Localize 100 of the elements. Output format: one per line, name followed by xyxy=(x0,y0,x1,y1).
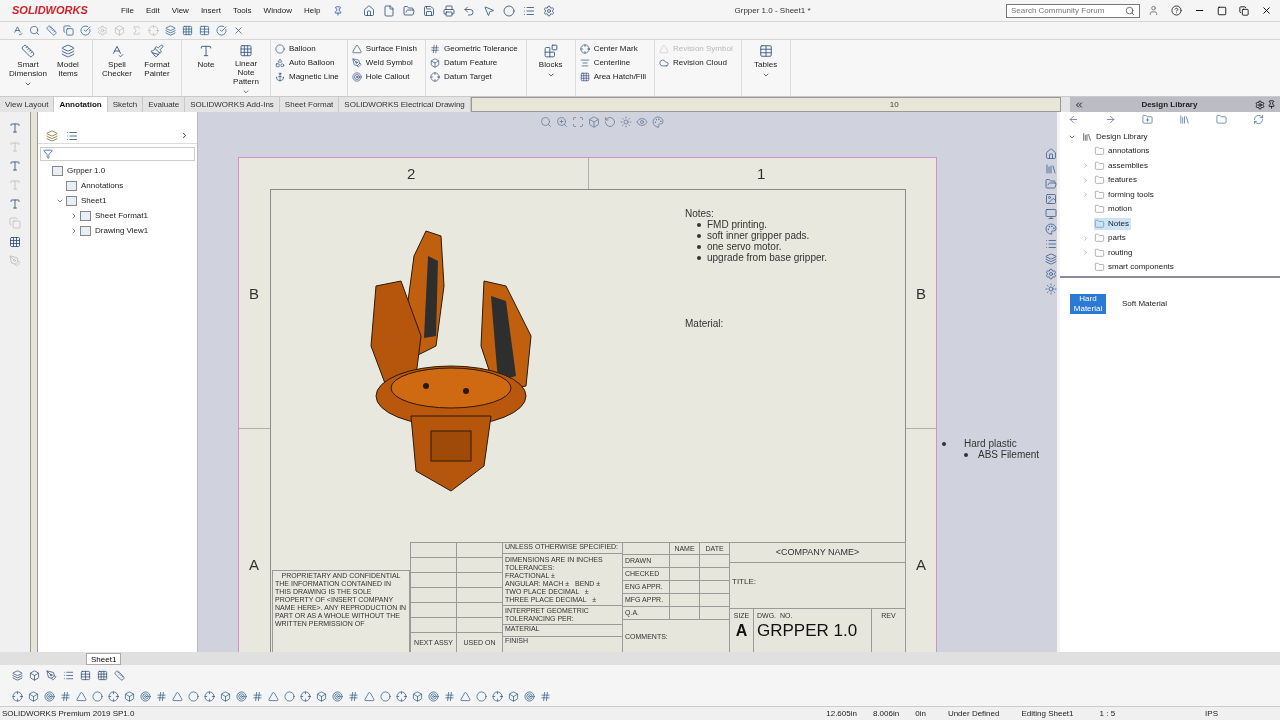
ribbon-button[interactable]: Center Mark xyxy=(579,44,651,54)
toolbar-icon[interactable] xyxy=(522,4,535,17)
ribbon-button[interactable]: Hole Callout xyxy=(351,72,421,82)
library-thumbnail[interactable]: Soft Material xyxy=(1120,294,1169,314)
annotation-tool-icon[interactable] xyxy=(9,122,21,134)
tree-item[interactable]: Annotations xyxy=(81,179,124,192)
selection-filter-icon[interactable] xyxy=(28,690,39,702)
hatch-icon[interactable] xyxy=(579,72,590,82)
selection-filter-icon[interactable] xyxy=(396,690,407,702)
view-tool-icon[interactable] xyxy=(572,116,584,128)
toolbar-icon[interactable] xyxy=(402,4,415,17)
selection-filter-icon[interactable] xyxy=(268,690,279,702)
selection-filter-icon[interactable] xyxy=(316,690,327,702)
table-icon[interactable] xyxy=(758,44,773,58)
feature-manager-icon[interactable] xyxy=(46,129,58,142)
toolbar-icon[interactable] xyxy=(182,25,193,36)
selection-filter-icon[interactable] xyxy=(380,690,391,702)
selection-filter-icon[interactable] xyxy=(476,690,487,702)
task-pane-icon[interactable] xyxy=(1045,178,1057,190)
selection-filter-icon[interactable] xyxy=(76,690,87,702)
filter-icon[interactable] xyxy=(43,149,53,159)
selection-filter-icon[interactable] xyxy=(204,690,215,702)
selection-filter-icon[interactable] xyxy=(332,690,343,702)
folder-item[interactable]: smart components xyxy=(1094,261,1176,274)
user-icon[interactable] xyxy=(1148,5,1159,16)
task-pane-icon[interactable] xyxy=(1045,148,1057,160)
cloud-icon[interactable] xyxy=(659,58,670,68)
selection-filter-icon[interactable] xyxy=(540,690,551,702)
ribbon-button[interactable]: Balloon xyxy=(275,44,343,54)
selection-filter-icon[interactable] xyxy=(460,690,471,702)
tree-item[interactable]: Grpper 1.0 xyxy=(67,164,106,177)
caret-icon[interactable] xyxy=(761,71,770,79)
view-tool-icon[interactable] xyxy=(604,116,616,128)
tree-item[interactable]: Sheet Format1 xyxy=(95,209,148,222)
selection-filter-icon[interactable] xyxy=(364,690,375,702)
menu-item[interactable]: Help xyxy=(304,4,321,17)
balloon-icon[interactable] xyxy=(275,44,285,54)
toolbar-icon[interactable] xyxy=(482,4,495,17)
toolbar-icon[interactable] xyxy=(199,25,210,36)
help-icon[interactable] xyxy=(1171,5,1182,16)
pattern-icon[interactable] xyxy=(239,44,253,58)
property-manager-icon[interactable] xyxy=(66,129,78,142)
ribbon-button[interactable]: Blocks xyxy=(530,40,571,96)
selection-filter-icon[interactable] xyxy=(92,690,103,702)
view-tool-icon[interactable] xyxy=(556,116,568,128)
library-thumbnail[interactable]: Hard Material xyxy=(1070,294,1106,314)
ribbon-button[interactable]: Revision Cloud xyxy=(659,58,737,68)
toolbar-icon[interactable] xyxy=(165,25,176,36)
selection-filter-icon[interactable] xyxy=(220,690,231,702)
toolbar-icon[interactable] xyxy=(63,25,74,36)
restore-icon[interactable] xyxy=(1239,5,1249,16)
folder-item[interactable]: Notes xyxy=(1094,217,1131,230)
menu-item[interactable]: Window xyxy=(263,4,293,17)
ribbon-button[interactable]: Smart Dimension xyxy=(8,40,48,96)
blocks-icon[interactable] xyxy=(543,44,558,58)
caret-icon[interactable] xyxy=(242,88,250,96)
annotation-tool-icon[interactable] xyxy=(9,198,21,210)
tree-item[interactable]: Sheet1 xyxy=(81,194,107,207)
library-tool-icon[interactable] xyxy=(1105,113,1116,125)
selection-filter-icon[interactable] xyxy=(444,690,455,702)
dimension-icon[interactable] xyxy=(21,44,35,58)
annotation-tool-icon[interactable] xyxy=(9,236,21,248)
ribbon-button[interactable]: Auto Balloon xyxy=(275,58,343,68)
folder-item[interactable]: parts xyxy=(1094,232,1128,245)
folder-item[interactable]: routing xyxy=(1094,246,1135,259)
hole-icon[interactable] xyxy=(351,72,362,82)
selection-filter-icon[interactable] xyxy=(508,690,519,702)
folder-item[interactable]: features xyxy=(1094,174,1139,187)
ribbon-tab[interactable]: Annotation xyxy=(54,97,108,112)
center-mark-icon[interactable] xyxy=(579,44,590,54)
toolbar-icon[interactable] xyxy=(216,25,227,36)
ribbon-button[interactable]: Geometric Tolerance xyxy=(429,44,522,54)
status-scale[interactable]: 1 : 5 xyxy=(1099,707,1116,720)
selection-filter-icon[interactable] xyxy=(284,690,295,702)
spell-check-icon[interactable] xyxy=(110,44,124,58)
toolbar-icon[interactable] xyxy=(502,4,515,17)
selection-filter-icon[interactable] xyxy=(172,690,183,702)
collapse-icon[interactable] xyxy=(1073,99,1084,110)
selection-filter-icon[interactable] xyxy=(524,690,535,702)
status-units[interactable]: IPS xyxy=(1205,707,1218,720)
caret-icon[interactable] xyxy=(546,71,555,79)
selection-filter-icon[interactable] xyxy=(60,690,71,702)
task-pane-icon[interactable] xyxy=(1045,253,1057,265)
selection-filter-icon[interactable] xyxy=(236,690,247,702)
selection-filter-icon[interactable] xyxy=(412,690,423,702)
toolbar-icon[interactable] xyxy=(46,25,57,36)
library-tool-icon[interactable] xyxy=(1068,113,1079,125)
toolbar-icon[interactable] xyxy=(114,670,125,681)
ribbon-button[interactable]: Magnetic Line xyxy=(275,72,343,82)
note-icon[interactable] xyxy=(199,44,213,58)
library-tool-icon[interactable] xyxy=(1179,113,1190,125)
selection-filter-icon[interactable] xyxy=(300,690,311,702)
selection-filter-icon[interactable] xyxy=(156,690,167,702)
folder-item[interactable]: assemblies xyxy=(1094,159,1150,172)
tree-item[interactable]: Drawing View1 xyxy=(95,224,149,237)
ribbon-button[interactable]: Note xyxy=(186,40,226,96)
toolbar-icon[interactable] xyxy=(97,670,108,681)
expand-panel-icon[interactable] xyxy=(180,131,189,140)
menu-item[interactable]: Insert xyxy=(200,4,221,17)
settings-icon[interactable] xyxy=(1255,99,1265,110)
